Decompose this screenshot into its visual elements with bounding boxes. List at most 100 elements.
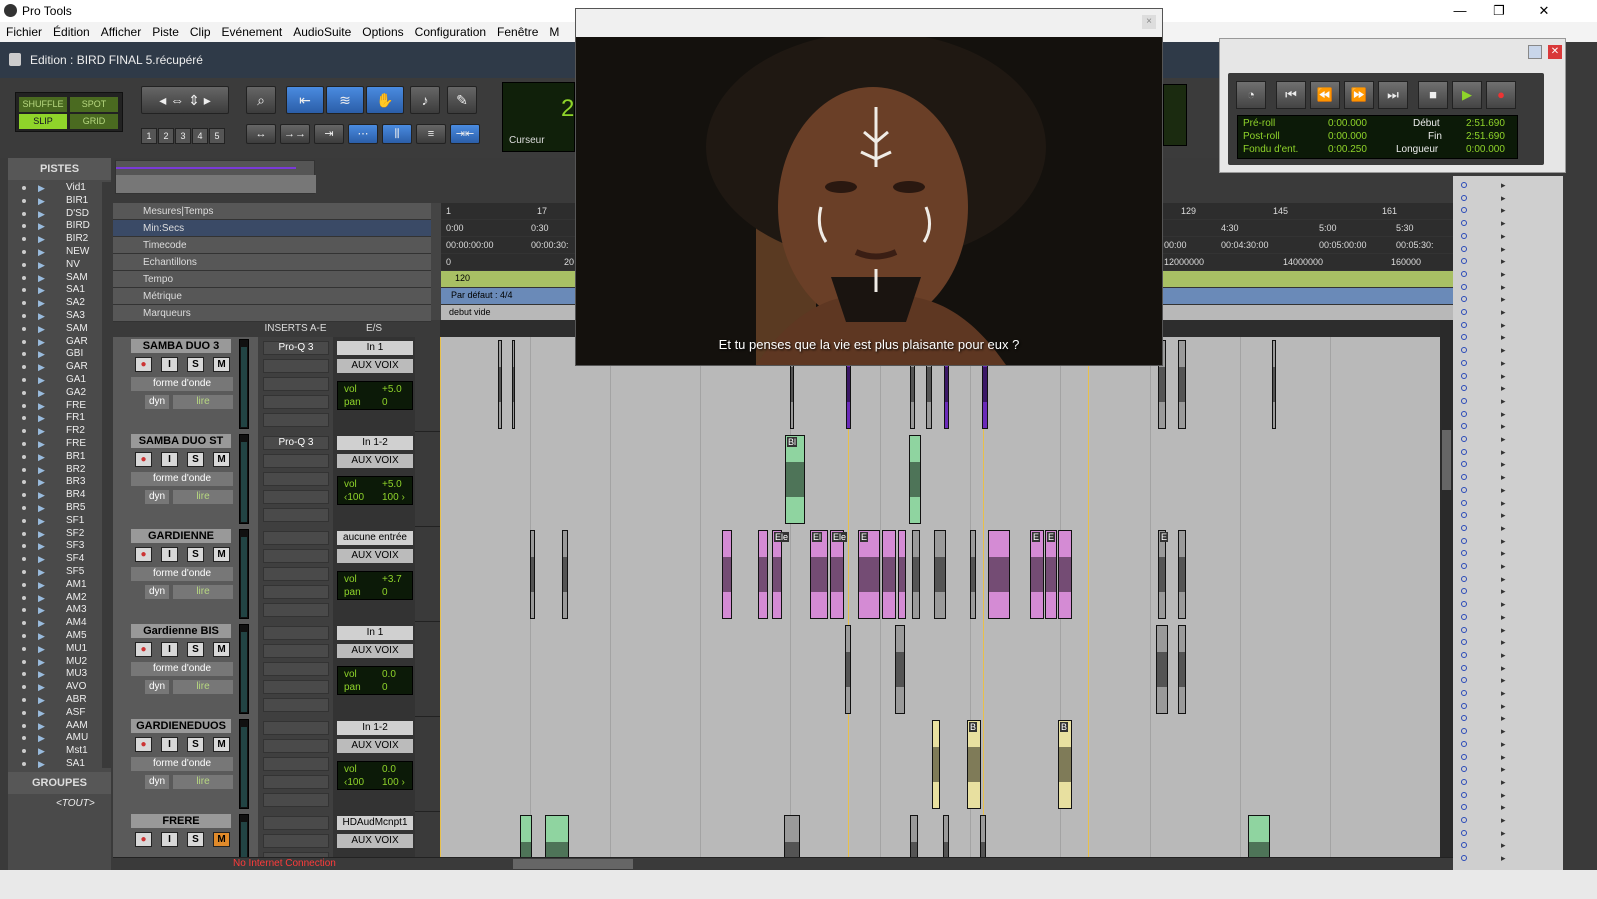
audio-clip[interactable] <box>988 530 1010 619</box>
ruler-label-bars[interactable]: Mesures|Temps <box>113 203 431 220</box>
clip-list-dot-icon[interactable] <box>1461 512 1467 519</box>
clip-list-arrow-icon[interactable]: ▸ <box>1501 840 1506 851</box>
track-visible-dot-icon[interactable] <box>22 723 26 728</box>
audio-clip[interactable]: Ele <box>772 530 790 619</box>
automation-mode-selector[interactable]: lire <box>173 680 233 694</box>
clip-list-arrow-icon[interactable]: ▸ <box>1501 244 1506 255</box>
track-list-item[interactable]: ▶ AM5 <box>8 630 108 643</box>
universe-overview[interactable] <box>115 160 316 194</box>
input-selector[interactable]: In 1 <box>337 341 413 355</box>
clip-list-arrow-icon[interactable]: ▸ <box>1501 548 1506 559</box>
menu-clip[interactable]: Clip <box>184 22 216 39</box>
insert-slot[interactable] <box>263 454 329 468</box>
clip-list-arrow-icon[interactable]: ▸ <box>1501 561 1506 572</box>
record-enable-button[interactable]: ● <box>135 737 152 752</box>
clip-list-dot-icon[interactable] <box>1461 334 1467 341</box>
preroll-label[interactable]: Pré-roll <box>1243 118 1275 129</box>
menu-more[interactable]: M <box>543 22 564 39</box>
clip-list-arrow-icon[interactable]: ▸ <box>1501 536 1506 547</box>
audio-clip[interactable] <box>784 815 800 857</box>
pan-value[interactable]: 100 › <box>382 492 405 503</box>
track-list-item[interactable]: ▶ ASF <box>8 707 108 720</box>
insert-slot[interactable] <box>263 626 329 640</box>
clip-list-arrow-icon[interactable]: ▸ <box>1501 523 1506 534</box>
track-list-item[interactable]: ▶ BR1 <box>8 451 108 464</box>
audio-clip[interactable] <box>934 530 946 619</box>
mute-button[interactable]: M <box>213 547 230 562</box>
clip-list-dot-icon[interactable] <box>1461 296 1467 303</box>
clip-list-dot-icon[interactable] <box>1461 499 1467 506</box>
track-list-item[interactable]: ▶ GA2 <box>8 387 108 400</box>
clip-list-arrow-icon[interactable]: ▸ <box>1501 713 1506 724</box>
pan-value[interactable]: 100 › <box>382 777 405 788</box>
track-list-item[interactable]: ▶ BIRD <box>8 220 108 233</box>
clip-list-dot-icon[interactable] <box>1461 182 1467 188</box>
audio-clip[interactable] <box>882 530 896 619</box>
audio-clip[interactable] <box>545 815 569 857</box>
volume-value[interactable]: 0.0 <box>382 669 396 680</box>
track-visible-dot-icon[interactable] <box>22 710 26 715</box>
clip-list-arrow-icon[interactable]: ▸ <box>1501 828 1506 839</box>
volume-pan-display[interactable]: vol +5.0 pan 0 <box>337 381 413 410</box>
track-name[interactable]: GARDIENNE <box>131 529 231 543</box>
track-visible-dot-icon[interactable] <box>22 480 26 485</box>
clip-list-arrow-icon[interactable]: ▸ <box>1501 231 1506 242</box>
menu-fichier[interactable]: Fichier <box>0 22 47 39</box>
edit-option-5-icon[interactable]: ⫼ <box>382 124 412 144</box>
horizontal-scrollbar-thumb[interactable] <box>513 859 633 869</box>
audio-clip[interactable] <box>912 530 920 619</box>
track-playlist-lane[interactable] <box>440 622 1440 717</box>
clip-list-arrow-icon[interactable]: ▸ <box>1501 510 1506 521</box>
track-playlist-lane[interactable] <box>440 812 1440 857</box>
track-view-selector[interactable]: forme d'onde <box>131 472 233 486</box>
ruler-label-minsecs[interactable]: Min:Secs <box>113 220 431 237</box>
insert-slot[interactable] <box>263 680 329 694</box>
track-list-item[interactable]: ▶ SAM <box>8 323 108 336</box>
audio-clip[interactable] <box>1178 340 1186 429</box>
input-monitor-button[interactable]: I <box>161 642 178 657</box>
track-view-selector[interactable]: forme d'onde <box>131 567 233 581</box>
clip-list-arrow-icon[interactable]: ▸ <box>1501 459 1506 470</box>
insert-slot[interactable] <box>263 757 329 771</box>
record-enable-button[interactable]: ● <box>135 832 152 847</box>
clip-list-arrow-icon[interactable]: ▸ <box>1501 320 1506 331</box>
track-list-item[interactable]: ▶ NV <box>8 259 108 272</box>
track-visible-dot-icon[interactable] <box>22 275 26 280</box>
edit-option-3-icon[interactable]: ⇥ <box>314 124 344 144</box>
record-enable-button[interactable]: ● <box>135 547 152 562</box>
clip-list-dot-icon[interactable] <box>1461 397 1467 404</box>
track-list-item[interactable]: ▶ SA2 <box>8 297 108 310</box>
track-list-item[interactable]: ▶ GBI <box>8 348 108 361</box>
insert-slot[interactable] <box>263 377 329 391</box>
output-selector[interactable]: AUX VOIX <box>337 549 413 563</box>
insert-slot[interactable] <box>263 549 329 563</box>
fade-in-value[interactable]: 0:00.250 <box>1328 144 1367 155</box>
track-list-item[interactable]: ▶ AM3 <box>8 604 108 617</box>
insert-slot[interactable] <box>263 531 329 545</box>
grid-mode-button[interactable]: GRID <box>70 114 118 129</box>
close-button[interactable]: ✕ <box>1521 0 1567 22</box>
track-list-item[interactable]: ▶ SF2 <box>8 528 108 541</box>
clip-list-dot-icon[interactable] <box>1461 220 1467 227</box>
clip-list-dot-icon[interactable] <box>1461 639 1467 646</box>
insert-slot[interactable] <box>263 508 329 522</box>
audio-clip[interactable] <box>909 435 921 524</box>
clip-list-arrow-icon[interactable]: ▸ <box>1501 688 1506 699</box>
audio-clip[interactable] <box>1272 340 1276 429</box>
output-selector[interactable]: AUX VOIX <box>337 359 413 373</box>
edit-option-7-icon[interactable]: ⇥⇤ <box>450 124 480 144</box>
track-name[interactable]: SAMBA DUO 3 <box>131 339 231 353</box>
track-visible-dot-icon[interactable] <box>22 186 26 190</box>
clip-list-dot-icon[interactable] <box>1461 359 1467 366</box>
zoom-preset-4[interactable]: 4 <box>192 128 208 144</box>
group-all[interactable]: <TOUT> <box>56 798 95 809</box>
clip-list-arrow-icon[interactable]: ▸ <box>1501 574 1506 585</box>
track-visible-dot-icon[interactable] <box>22 198 26 203</box>
track-visible-dot-icon[interactable] <box>22 301 26 306</box>
clip-list-dot-icon[interactable] <box>1461 702 1467 709</box>
audio-clip[interactable]: Ele <box>830 530 848 619</box>
clip-list-dot-icon[interactable] <box>1461 791 1467 798</box>
clip-list-arrow-icon[interactable]: ▸ <box>1501 586 1506 597</box>
menu-configuration[interactable]: Configuration <box>409 22 491 39</box>
clip-list-dot-icon[interactable] <box>1461 778 1467 785</box>
